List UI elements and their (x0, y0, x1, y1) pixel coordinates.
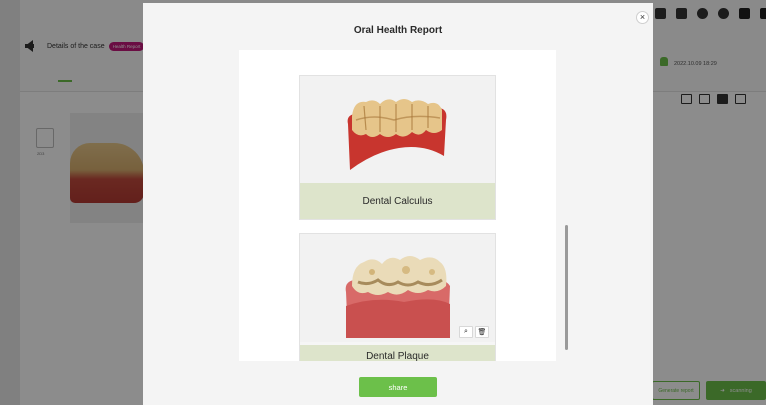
modal-close-icon[interactable]: × (636, 11, 649, 24)
calculus-photo[interactable] (300, 76, 495, 184)
card-label-plaque: Dental Plaque (300, 345, 495, 361)
plaque-photo[interactable]: ⌕ 🗑 (300, 234, 495, 342)
report-content[interactable]: Dental Calculus ⌕ 🗑 Dental Plaque (239, 50, 556, 361)
share-button[interactable]: share (359, 377, 437, 397)
delete-icon[interactable]: 🗑 (475, 326, 489, 338)
calculus-teeth-image (347, 99, 447, 170)
modal-title: Oral Health Report (353, 25, 443, 36)
oral-health-report-modal: Oral Health Report Dental Calculus ⌕ 🗑 D… (143, 3, 653, 405)
report-card-plaque: ⌕ 🗑 Dental Plaque (299, 233, 496, 361)
plaque-teeth-image (345, 256, 450, 338)
image-tools: ⌕ 🗑 (459, 326, 489, 338)
card-label-calculus: Dental Calculus (300, 183, 495, 219)
content-scrollbar[interactable] (565, 225, 568, 350)
report-card-calculus: Dental Calculus (299, 75, 496, 220)
zoom-icon[interactable]: ⌕ (459, 326, 473, 338)
